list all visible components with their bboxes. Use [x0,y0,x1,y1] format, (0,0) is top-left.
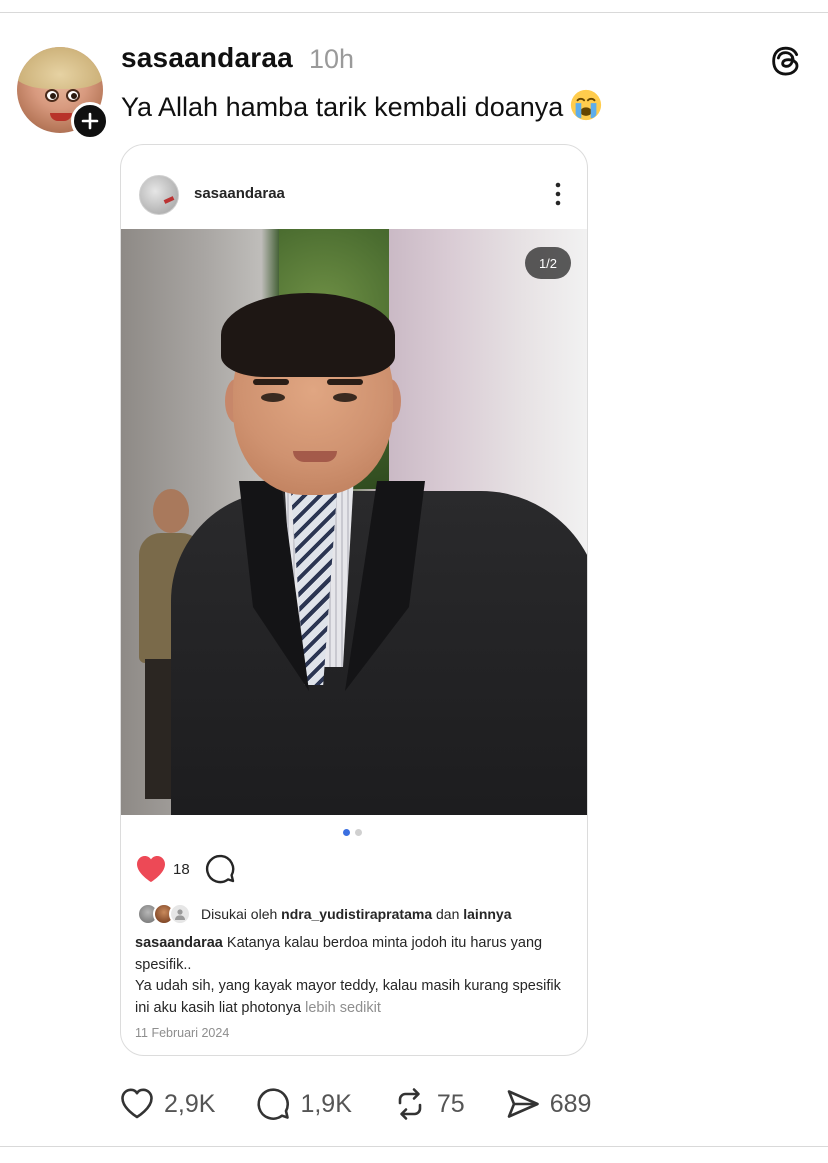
embedded-avatar[interactable] [139,175,179,215]
more-options-icon[interactable] [549,181,567,207]
post-actions: 2,9K 1,9K 75 689 [119,1084,631,1124]
carousel-page-indicator: 1/2 [525,247,571,279]
heart-filled-icon[interactable] [135,854,167,884]
crying-face-emoji-icon [571,89,602,121]
embedded-username[interactable]: sasaandaraa [194,185,285,202]
embedded-post-photo[interactable] [121,229,587,815]
liked-by-user[interactable]: ndra_yudistirapratama [281,906,432,922]
author-username[interactable]: sasaandaraa [121,42,293,74]
follow-plus-icon[interactable] [71,102,109,140]
bottom-divider [0,1146,828,1147]
repost-icon [398,1088,422,1120]
author-avatar[interactable] [17,47,109,140]
liked-by-others[interactable]: lainnya [463,906,511,922]
carousel-dot-active [343,829,350,836]
show-less-link[interactable]: lebih sedikit [305,1000,381,1016]
liked-by-row[interactable]: Disukai oleh ndra_yudistirapratama dan l… [137,903,512,925]
heart-icon [121,1088,153,1119]
post-time: 10h [309,44,355,74]
liker-avatar [169,903,191,925]
like-button[interactable]: 2,9K [119,1086,215,1122]
carousel-dot [355,829,362,836]
post-text-body: Ya Allah hamba tarik kembali doanya [121,92,564,122]
embedded-caption: sasaandaraa Katanya kalau berdoa minta j… [135,933,575,1019]
comment-count: 1,9K [300,1089,352,1118]
liked-by-prefix: Disukai oleh [201,906,278,922]
share-count: 689 [549,1089,592,1118]
embedded-post-date: 11 Februari 2024 [135,1026,230,1040]
post-text: Ya Allah hamba tarik kembali doanya [121,88,603,125]
comment-icon [257,1088,290,1120]
top-divider [0,12,828,13]
comment-button[interactable]: 1,9K [255,1086,352,1122]
repost-count: 75 [436,1089,465,1118]
liked-by-joiner: dan [436,906,460,922]
person-icon [175,909,185,920]
repost-button[interactable]: 75 [392,1086,465,1122]
caption-username[interactable]: sasaandaraa [135,935,223,951]
comment-icon[interactable] [204,853,236,885]
send-icon [507,1090,539,1118]
embedded-post-card[interactable]: sasaandaraa 1/2 18 Disukai oleh ndra_yud… [120,144,588,1056]
embedded-post-header: sasaandaraa [121,145,587,229]
share-button[interactable]: 689 [505,1086,592,1122]
like-count: 2,9K [164,1089,216,1118]
embedded-actions: 18 [135,851,236,887]
embedded-like-count: 18 [173,860,190,878]
liked-by-text: Disukai oleh ndra_yudistirapratama dan l… [201,906,512,922]
threads-logo-icon[interactable] [767,42,805,80]
carousel-dots [343,829,362,836]
